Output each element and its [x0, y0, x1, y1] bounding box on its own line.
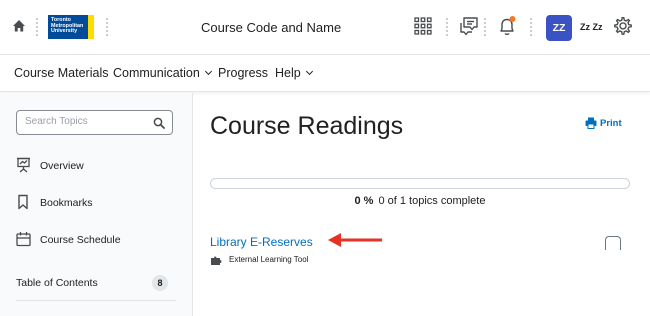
nav-communication[interactable]: Communication: [113, 66, 212, 80]
separator: [36, 17, 38, 37]
sidebar-item-label: Overview: [40, 160, 84, 172]
university-logo[interactable]: Toronto Metropolitan University: [48, 15, 94, 39]
username[interactable]: Zz Zz: [580, 22, 603, 32]
nav-progress[interactable]: Progress: [218, 66, 268, 80]
table-of-contents-link[interactable]: Table of Contents: [16, 277, 98, 289]
nav-label: Course Materials: [14, 66, 109, 80]
annotation-arrow: [328, 233, 382, 247]
logo-line: University: [51, 28, 78, 35]
print-label: Print: [600, 118, 622, 129]
gear-icon[interactable]: [612, 15, 634, 37]
course-navbar: Course Materials Communication Progress …: [0, 56, 650, 92]
puzzle-icon: [211, 256, 222, 265]
progress-bar: [210, 178, 630, 189]
chevron-down-icon: [204, 67, 212, 76]
separator: [530, 17, 532, 37]
notification-dot: [509, 16, 516, 22]
bell-icon[interactable]: [496, 15, 518, 37]
message-icon[interactable]: [458, 15, 480, 37]
nav-course-materials[interactable]: Course Materials: [14, 66, 108, 80]
sidebar-item-course-schedule[interactable]: Course Schedule: [16, 231, 176, 251]
separator: [484, 17, 486, 37]
nav-label: Communication: [113, 66, 200, 80]
chevron-down-icon: [305, 67, 313, 76]
toc-count-badge: 8: [152, 275, 168, 291]
course-title[interactable]: Course Code and Name: [201, 20, 341, 35]
sidebar-item-label: Course Schedule: [40, 234, 121, 246]
bookmark-icon: [18, 194, 28, 210]
topic-complete-checkbox[interactable]: [605, 236, 621, 250]
nav-label: Progress: [218, 66, 269, 80]
search-input[interactable]: [25, 116, 145, 127]
topic-link[interactable]: Library E-Reserves: [210, 235, 313, 249]
calendar-icon: [16, 232, 31, 247]
avatar[interactable]: ZZ: [546, 15, 572, 41]
sidebar: Overview Bookmarks Course Schedule Table…: [0, 93, 193, 316]
top-bar: Toronto Metropolitan University Course C…: [0, 0, 650, 55]
progress-text: 0 of 1 topics complete: [378, 195, 486, 207]
separator: [446, 17, 448, 37]
home-icon[interactable]: [12, 19, 26, 33]
nav-help[interactable]: Help: [275, 66, 313, 80]
sidebar-item-bookmarks[interactable]: Bookmarks: [16, 194, 176, 214]
search-icon[interactable]: [153, 117, 165, 129]
sidebar-item-overview[interactable]: Overview: [16, 157, 176, 177]
nav-label: Help: [275, 66, 301, 80]
presentation-icon: [17, 157, 30, 173]
page-title: Course Readings: [210, 112, 404, 140]
sidebar-item-label: Bookmarks: [40, 197, 93, 209]
separator: [106, 17, 108, 37]
divider: [16, 300, 176, 301]
progress-summary: 0 % 0 of 1 topics complete: [210, 195, 630, 207]
grid-icon[interactable]: [412, 15, 434, 37]
search-box: [16, 110, 173, 135]
topic-type: External Learning Tool: [229, 255, 309, 264]
progress-percent: 0 %: [354, 195, 374, 207]
printer-icon: [585, 117, 597, 129]
